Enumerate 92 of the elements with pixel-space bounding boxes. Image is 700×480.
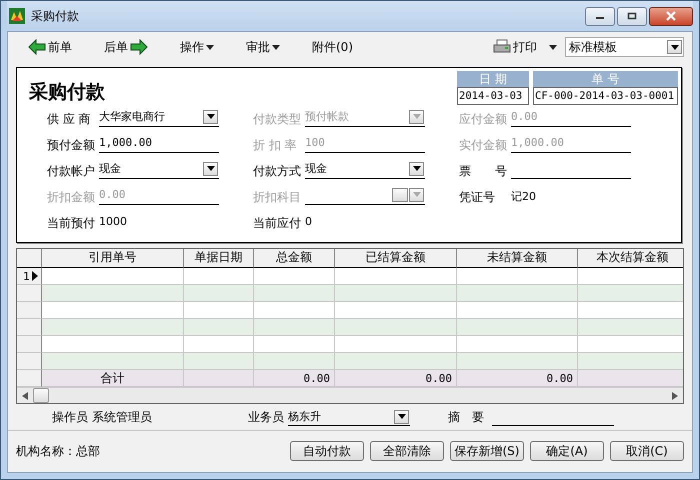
row-header[interactable] <box>17 353 42 370</box>
field-value: 0 <box>305 215 312 228</box>
field-label: 付款方式 <box>253 163 302 180</box>
row-header[interactable] <box>17 336 42 353</box>
row-pointer-icon <box>32 271 38 281</box>
field-value: 1000 <box>99 215 127 228</box>
field-label: 当前应付 <box>253 215 302 232</box>
close-button[interactable] <box>649 6 693 26</box>
maximize-icon <box>627 12 637 20</box>
number-field[interactable]: CF-000-2014-03-03-0001 <box>533 87 678 105</box>
right-arrow-icon <box>130 39 148 55</box>
printer-icon <box>493 39 511 55</box>
field-label: 业务员 <box>248 408 284 426</box>
template-select[interactable]: 标准模板 <box>565 37 684 57</box>
column-header: 已结算金额 <box>335 249 457 268</box>
row-header[interactable] <box>17 319 42 336</box>
app-icon <box>9 8 25 24</box>
form-title: 采购付款 <box>29 80 105 105</box>
field-label: 操作员 <box>52 408 88 426</box>
dropdown-field[interactable]: 大华家电商行 <box>99 107 219 127</box>
field-label: 摘 要 <box>448 408 484 426</box>
column-header: 单 号 <box>533 71 678 87</box>
maximize-button[interactable] <box>617 6 647 26</box>
minimize-button[interactable] <box>585 6 615 26</box>
column-header: 单据日期 <box>184 249 254 268</box>
close-icon <box>665 11 677 21</box>
field-label: 凭证号 <box>459 189 496 206</box>
toolbar-button[interactable]: 附件(0) <box>310 36 355 58</box>
caret-icon <box>206 44 214 50</box>
field-label: 票 号 <box>459 163 508 180</box>
action-button[interactable]: 保存新增(S) <box>450 441 524 461</box>
row-header[interactable] <box>17 302 42 319</box>
table-cell <box>184 319 254 336</box>
date-field[interactable]: 2014-03-03 <box>457 87 529 105</box>
field-value: 系统管理员 <box>92 408 153 426</box>
left-arrow-icon <box>28 39 46 55</box>
row-header <box>17 370 42 387</box>
row-header[interactable] <box>17 285 42 302</box>
field-label: 付款类型 <box>253 111 302 128</box>
caret-icon <box>412 114 420 119</box>
field-label: 当前预付 <box>47 215 96 232</box>
toolbar-button[interactable]: 后单 <box>102 36 150 58</box>
dropdown-field[interactable]: 杨东升 <box>288 408 410 426</box>
dropdown-field[interactable]: 现金 <box>305 159 425 179</box>
total-cell: 0.00 <box>335 370 457 387</box>
horizontal-scrollbar[interactable] <box>17 387 683 403</box>
column-header: 引用单号 <box>42 249 184 268</box>
caret-icon <box>206 166 214 171</box>
scroll-thumb[interactable] <box>33 388 49 403</box>
column-header: 本次结算金额 <box>578 249 683 268</box>
field-label: 折 扣 率 <box>253 137 298 154</box>
table-cell <box>184 353 254 370</box>
field-label: 供 应 商 <box>47 111 92 128</box>
input-field[interactable]: 1,000.00 <box>99 133 219 153</box>
dropdown-field[interactable] <box>305 185 425 205</box>
caret-icon <box>398 414 406 419</box>
field-label: 应付金额 <box>459 111 508 128</box>
corner-cell <box>17 249 42 268</box>
caret-icon <box>206 114 214 119</box>
field-label: 付款帐户 <box>47 163 96 180</box>
table-cell <box>184 285 254 302</box>
toolbar-button[interactable]: 审批 <box>244 36 282 58</box>
caret-icon <box>549 44 557 50</box>
field-label: 折扣科目 <box>253 189 302 206</box>
table-cell <box>184 370 254 387</box>
column-header: 未结算金额 <box>457 249 578 268</box>
toolbar-button[interactable]: 打印 <box>491 36 559 58</box>
toolbar-button[interactable]: 操作 <box>178 36 216 58</box>
scroll-left-icon[interactable] <box>22 392 28 400</box>
caret-icon <box>670 44 678 50</box>
total-cell: 0.00 <box>254 370 335 387</box>
field-value: 记20 <box>511 189 536 204</box>
window-title: 采购付款 <box>31 8 79 24</box>
field-label: 预付金额 <box>47 137 96 154</box>
field-label: 折扣金额 <box>47 189 96 206</box>
toolbar-button[interactable]: 前单 <box>26 36 74 58</box>
action-button[interactable]: 自动付款 <box>290 441 364 461</box>
caret-icon <box>412 192 420 197</box>
total-label: 合计 <box>42 370 184 387</box>
field-label: 实付金额 <box>459 137 508 154</box>
action-button[interactable]: 取消(C) <box>610 441 684 461</box>
caret-icon <box>272 44 280 50</box>
action-button[interactable]: 全部清除 <box>370 441 444 461</box>
dropdown-field[interactable]: 现金 <box>99 159 219 179</box>
scroll-right-icon[interactable] <box>672 392 678 400</box>
row-header[interactable]: 1 <box>17 268 42 285</box>
column-header: 总金额 <box>254 249 335 268</box>
caret-icon <box>412 166 420 171</box>
total-cell: 0.00 <box>457 370 578 387</box>
column-header: 日 期 <box>457 71 529 87</box>
action-button[interactable]: 确定(A) <box>530 441 604 461</box>
organization-label: 机构名称：总部 <box>16 443 100 460</box>
